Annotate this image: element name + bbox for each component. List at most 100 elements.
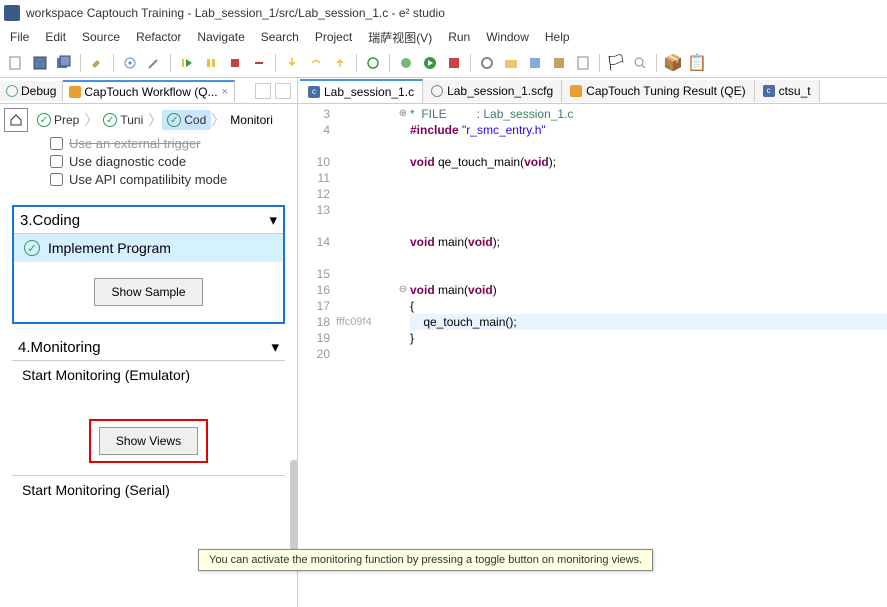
implement-label: Implement Program <box>48 240 171 256</box>
bc-cod-label: Cod <box>184 113 206 127</box>
stop-icon[interactable] <box>225 53 245 73</box>
check-icon: ✓ <box>167 113 181 127</box>
outline-icon[interactable]: 📋 <box>687 53 707 73</box>
menu-refactor[interactable]: Refactor <box>128 28 189 46</box>
minimize-icon[interactable] <box>255 83 271 99</box>
breadcrumb: ✓Prep 〉 ✓Tuni 〉 ✓Cod 〉 Monitori <box>0 104 297 136</box>
wand-icon[interactable] <box>144 53 164 73</box>
pkg-icon[interactable] <box>549 53 569 73</box>
monitoring-header[interactable]: 4.Monitoring ▾ <box>12 334 285 361</box>
c-file-icon: c <box>308 86 320 98</box>
annotation-column: fffc09f4 <box>336 104 396 607</box>
debug-tab[interactable]: Debug <box>0 81 63 101</box>
disconnect-icon[interactable] <box>249 53 269 73</box>
workflow-tab-label: CapTouch Workflow (Q... <box>84 85 217 99</box>
code-line: } <box>410 330 887 346</box>
box-icon[interactable]: 📦 <box>663 53 683 73</box>
run-icon[interactable] <box>420 53 440 73</box>
menu-file[interactable]: File <box>2 28 37 46</box>
gear-icon[interactable] <box>477 53 497 73</box>
bc-tuni[interactable]: ✓Tuni <box>98 110 148 130</box>
editor-tab-lab-c[interactable]: c Lab_session_1.c <box>300 79 423 103</box>
home-icon[interactable] <box>4 108 28 132</box>
start-emulator-item[interactable]: Start Monitoring (Emulator) <box>12 361 285 389</box>
restart-icon[interactable] <box>363 53 383 73</box>
code-kw: #include <box>410 123 459 137</box>
bc-prep-label: Prep <box>54 113 79 127</box>
chevron-icon: 〉 <box>148 110 162 130</box>
captouch-workflow-tab[interactable]: CapTouch Workflow (Q... × <box>63 80 235 102</box>
scrollbar[interactable] <box>290 460 298 550</box>
doc-icon[interactable] <box>573 53 593 73</box>
chk-trigger[interactable] <box>50 137 63 150</box>
menu-search[interactable]: Search <box>253 28 307 46</box>
menu-window[interactable]: Window <box>478 28 537 46</box>
module-icon[interactable] <box>525 53 545 73</box>
code-editor[interactable]: 34 10111213 14 151617181920 fffc09f4 ⊕⊖ … <box>298 104 887 607</box>
menubar: File Edit Source Refactor Navigate Searc… <box>0 26 887 48</box>
chk-diag-label: Use diagnostic code <box>69 154 186 169</box>
debug-tab-label: Debug <box>21 84 56 98</box>
start-serial-item[interactable]: Start Monitoring (Serial) <box>12 476 285 504</box>
menu-navigate[interactable]: Navigate <box>189 28 252 46</box>
code-line-current: qe_touch_main(); <box>410 314 887 330</box>
bc-tuni-label: Tuni <box>120 113 143 127</box>
bc-monitoring[interactable]: Monitori <box>225 110 278 130</box>
tooltip: You can activate the monitoring function… <box>198 549 653 571</box>
hammer-icon[interactable] <box>87 53 107 73</box>
bug-icon <box>6 85 18 97</box>
step-into-icon[interactable] <box>282 53 302 73</box>
search-icon[interactable] <box>630 53 650 73</box>
bc-prep[interactable]: ✓Prep <box>32 110 84 130</box>
pause-icon[interactable] <box>201 53 221 73</box>
app-icon <box>4 5 20 21</box>
code-area[interactable]: * FILE : Lab_session_1.c #include "r_smc… <box>410 104 887 607</box>
menu-help[interactable]: Help <box>537 28 578 46</box>
coding-header[interactable]: 3.Coding ▾ <box>14 207 283 234</box>
chevron-down-icon: ▾ <box>271 338 279 356</box>
editor-tab-ctsu[interactable]: cctsu_t <box>755 80 820 102</box>
new-icon[interactable] <box>6 53 26 73</box>
ext-tools-icon[interactable] <box>444 53 464 73</box>
step-over-icon[interactable] <box>306 53 326 73</box>
fold-column: ⊕⊖ <box>396 104 410 607</box>
close-icon[interactable]: × <box>222 86 228 98</box>
show-sample-button[interactable]: Show Sample <box>94 278 202 306</box>
implement-program-item[interactable]: ✓ Implement Program <box>14 234 283 262</box>
menu-edit[interactable]: Edit <box>37 28 74 46</box>
flag-icon[interactable]: 🏳 <box>606 53 626 73</box>
monitoring-title: 4.Monitoring <box>18 339 101 356</box>
save-all-icon[interactable] <box>54 53 74 73</box>
chk-diag[interactable] <box>50 155 63 168</box>
check-icon: ✓ <box>103 113 117 127</box>
show-views-highlight: Show Views <box>89 419 208 463</box>
menu-run[interactable]: Run <box>440 28 478 46</box>
show-views-button[interactable]: Show Views <box>99 427 198 455</box>
tab1-label: Lab_session_1.c <box>324 85 414 99</box>
step-return-icon[interactable] <box>330 53 350 73</box>
tab3-label: CapTouch Tuning Result (QE) <box>586 84 745 98</box>
bug-icon[interactable] <box>396 53 416 73</box>
maximize-icon[interactable] <box>275 83 291 99</box>
code-str: "r_smc_entry.h" <box>459 123 546 137</box>
qe-icon <box>570 85 582 97</box>
editor-tab-tuning[interactable]: CapTouch Tuning Result (QE) <box>562 80 754 102</box>
menu-source[interactable]: Source <box>74 28 128 46</box>
code-kw: void <box>468 283 493 297</box>
code-line: { <box>410 298 887 314</box>
folder-icon[interactable] <box>501 53 521 73</box>
code-text: ) <box>493 283 497 297</box>
menu-project[interactable]: Project <box>307 28 360 46</box>
code-text: ); <box>493 235 500 249</box>
target-icon[interactable] <box>120 53 140 73</box>
chk-api[interactable] <box>50 173 63 186</box>
resume-icon[interactable] <box>177 53 197 73</box>
menu-renesas[interactable]: 瑞萨视图(V) <box>360 27 440 48</box>
start-serial-label: Start Monitoring (Serial) <box>22 482 170 498</box>
bc-cod[interactable]: ✓Cod <box>162 110 211 130</box>
code-text: qe_touch_main( <box>435 155 524 169</box>
chevron-icon: 〉 <box>84 110 98 130</box>
bc-mon-label: Monitori <box>230 113 273 127</box>
save-icon[interactable] <box>30 53 50 73</box>
editor-tab-scfg[interactable]: Lab_session_1.scfg <box>423 80 562 102</box>
